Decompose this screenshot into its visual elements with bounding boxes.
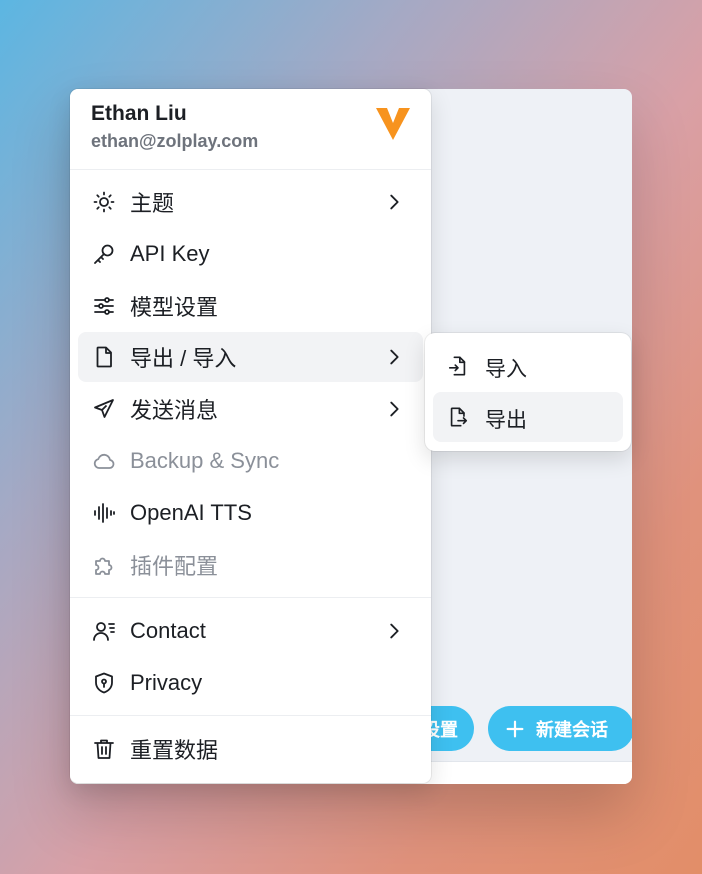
cloud-icon xyxy=(92,449,116,473)
menu-item-label: 发送消息 xyxy=(130,398,219,423)
submenu-item-label: 导入 xyxy=(485,358,527,381)
new-chat-button-label: 新建会话 xyxy=(536,719,608,740)
menu-item-send-message[interactable]: 发送消息 xyxy=(78,384,423,434)
menu-item-plugin-config: 插件配置 xyxy=(78,540,423,590)
sun-icon xyxy=(92,190,116,214)
menu-item-label: Privacy xyxy=(130,670,203,695)
submenu-item-import[interactable]: 导入 xyxy=(433,341,623,391)
menu-item-openai-tts[interactable]: OpenAI TTS xyxy=(78,488,423,538)
plus-icon xyxy=(504,718,526,740)
shield-icon xyxy=(92,671,116,695)
chevron-right-icon xyxy=(383,346,405,368)
menu-divider xyxy=(70,597,431,598)
file-import-icon xyxy=(447,355,469,377)
menu-item-label: 重置数据 xyxy=(130,738,219,763)
sliders-icon xyxy=(92,294,116,318)
menu-item-theme[interactable]: 主题 xyxy=(78,177,423,227)
menu-item-label: API Key xyxy=(130,241,210,266)
menu-item-label: 主题 xyxy=(130,191,175,216)
user-menu: Ethan Liu ethan@zolplay.com 主题 API Key 模… xyxy=(70,89,431,783)
menu-divider xyxy=(70,715,431,716)
menu-item-contact[interactable]: Contact xyxy=(78,606,423,656)
submenu-item-export[interactable]: 导出 xyxy=(433,392,623,442)
menu-item-privacy[interactable]: Privacy xyxy=(78,658,423,708)
chevron-right-icon xyxy=(383,620,405,642)
menu-item-backup-sync: Backup & Sync xyxy=(78,436,423,486)
menu-item-label: OpenAI TTS xyxy=(130,500,252,525)
user-contact-icon xyxy=(92,619,116,643)
file-icon xyxy=(92,345,116,369)
menu-item-reset-data[interactable]: 重置数据 xyxy=(78,724,423,774)
menu-item-label: 插件配置 xyxy=(130,554,219,579)
chevron-right-icon xyxy=(383,398,405,420)
submenu-item-label: 导出 xyxy=(485,409,527,432)
audio-wave-icon xyxy=(92,501,116,525)
send-icon xyxy=(92,397,116,421)
menu-item-label: Backup & Sync xyxy=(130,448,280,473)
menu-item-export-import[interactable]: 导出 / 导入 xyxy=(78,332,423,382)
user-name: Ethan Liu xyxy=(91,102,187,125)
menu-item-model-settings[interactable]: 模型设置 xyxy=(78,281,423,331)
menu-item-label: Contact xyxy=(130,618,206,643)
key-icon xyxy=(92,242,116,266)
user-email: ethan@zolplay.com xyxy=(91,131,259,151)
puzzle-icon xyxy=(92,553,116,577)
trash-icon xyxy=(92,737,116,761)
logo-icon xyxy=(376,108,410,140)
export-import-submenu: 导入 导出 xyxy=(425,333,631,451)
menu-item-api-key[interactable]: API Key xyxy=(78,229,423,279)
menu-item-label: 模型设置 xyxy=(130,295,219,320)
menu-header: Ethan Liu ethan@zolplay.com xyxy=(70,89,431,170)
new-chat-button[interactable]: 新建会话 xyxy=(488,706,632,751)
menu-item-label: 导出 / 导入 xyxy=(130,346,237,371)
chevron-right-icon xyxy=(383,191,405,213)
file-export-icon xyxy=(447,406,469,428)
